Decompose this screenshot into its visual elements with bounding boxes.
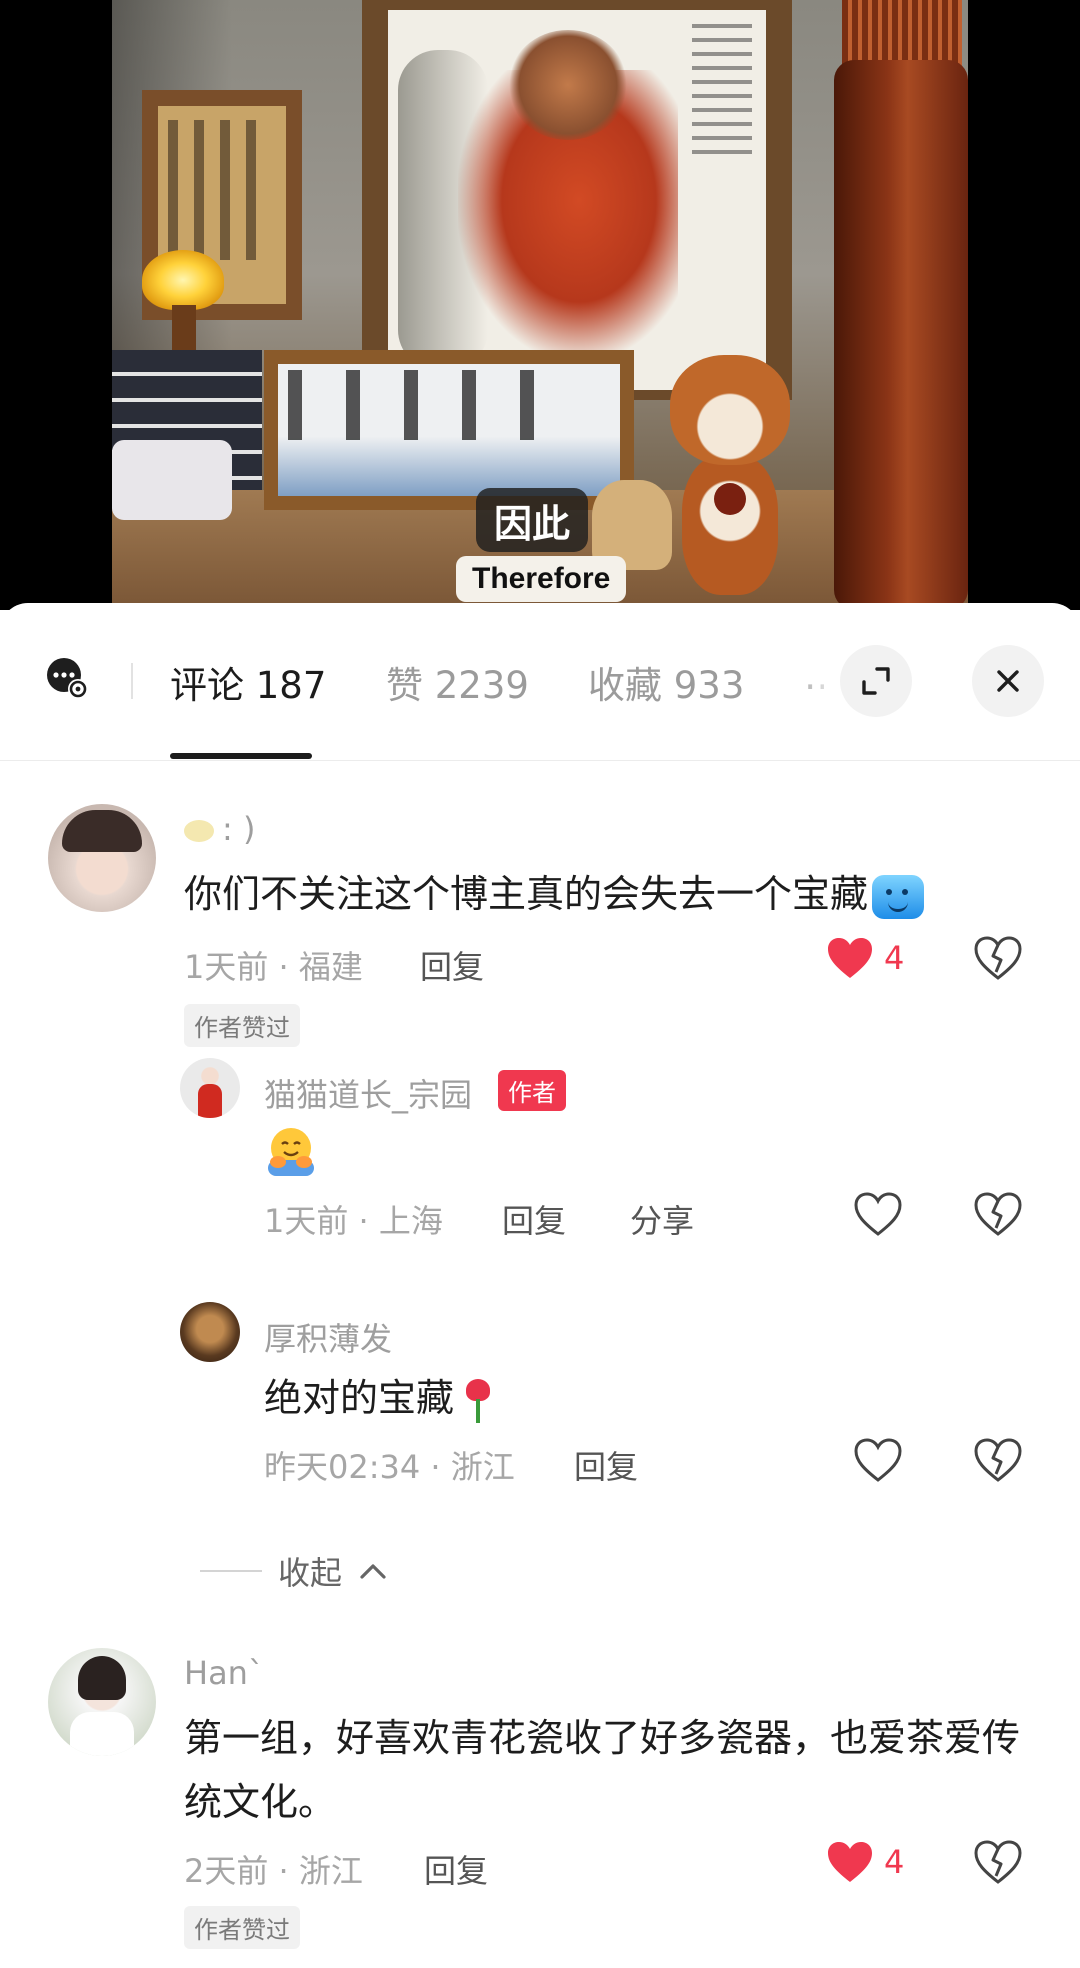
- expand-icon: [862, 667, 890, 695]
- collapse-replies-button[interactable]: 收起: [200, 1548, 388, 1594]
- like-button[interactable]: [854, 1192, 902, 1240]
- video-player[interactable]: 因此 Therefore: [0, 0, 1080, 610]
- comment-meta: 1天前 · 福建: [184, 948, 363, 986]
- avatar[interactable]: [180, 1058, 240, 1118]
- emoji-icon: [184, 820, 214, 842]
- reply-button[interactable]: 回复: [502, 1196, 566, 1242]
- reply-button[interactable]: 回复: [424, 1846, 488, 1892]
- heart-filled-icon: [828, 1842, 872, 1882]
- comment-text: 第一组，好喜欢青花瓷收了好多瓷器，也爱茶爱传统文化。: [184, 1716, 1021, 1824]
- author-liked-badge: 作者赞过: [184, 1906, 300, 1949]
- reply-meta: 昨天02:34 · 浙江: [264, 1448, 515, 1486]
- dislike-icon: [974, 936, 1022, 980]
- rose-emoji-icon: [458, 1377, 498, 1425]
- chevron-up-icon: [360, 1564, 386, 1579]
- like-button[interactable]: [854, 1438, 902, 1486]
- heart-outline-icon: [854, 1438, 902, 1482]
- dislike-button[interactable]: [974, 1438, 1022, 1486]
- dislike-icon: [974, 1438, 1022, 1482]
- avatar[interactable]: [180, 1302, 240, 1362]
- comment-username[interactable]: : ): [184, 810, 255, 848]
- ink-painting: [362, 0, 792, 400]
- comment-tab-bar: 评论 187 赞 2239 收藏 933 …: [0, 603, 1080, 761]
- avatar[interactable]: [48, 804, 156, 912]
- like-button[interactable]: 4: [826, 1840, 904, 1884]
- author-liked-badge: 作者赞过: [184, 1004, 300, 1047]
- like-count: 4: [884, 1843, 905, 1881]
- avatar[interactable]: [48, 1648, 156, 1756]
- bamboo-vase: [834, 60, 968, 610]
- chat-settings-icon[interactable]: [44, 655, 90, 701]
- subtitle-chinese: 因此: [476, 488, 589, 552]
- dislike-button[interactable]: [974, 1840, 1022, 1888]
- reply-button[interactable]: 回复: [574, 1442, 638, 1488]
- lotus-lamp: [142, 250, 224, 310]
- tab-likes[interactable]: 赞 2239: [386, 655, 529, 709]
- expand-button[interactable]: [840, 645, 912, 717]
- dislike-button[interactable]: [974, 936, 1022, 984]
- like-count: 4: [884, 939, 905, 977]
- dislike-button[interactable]: [974, 1192, 1022, 1240]
- dislike-icon: [974, 1840, 1022, 1884]
- calligraphy-sign: [264, 350, 634, 510]
- share-button[interactable]: 分享: [630, 1196, 694, 1242]
- comment-text: 你们不关注这个博主真的会失去一个宝藏: [184, 862, 925, 926]
- close-button[interactable]: [972, 645, 1044, 717]
- tab-favorites[interactable]: 收藏 933: [588, 655, 744, 709]
- subtitle-english: Therefore: [456, 556, 627, 602]
- heart-outline-icon: [854, 1192, 902, 1236]
- active-tab-indicator: [170, 753, 312, 759]
- shiba-figurine: [660, 355, 800, 595]
- comment-username[interactable]: Han`: [184, 1654, 264, 1692]
- heart-filled-icon: [828, 938, 872, 978]
- reply-meta: 1天前 · 上海: [264, 1202, 443, 1240]
- reply-username[interactable]: 猫猫道长_宗园: [264, 1070, 472, 1116]
- like-button[interactable]: 4: [826, 936, 904, 980]
- tab-comments[interactable]: 评论 187: [170, 655, 326, 709]
- reply-button[interactable]: 回复: [420, 942, 484, 988]
- author-badge: 作者: [498, 1070, 566, 1111]
- dislike-icon: [974, 1192, 1022, 1236]
- smile-emoji-icon: [872, 874, 925, 919]
- hug-emoji-icon: [264, 1124, 318, 1182]
- comment-meta: 2天前 · 浙江: [184, 1852, 363, 1890]
- reply-text: 绝对的宝藏: [264, 1366, 498, 1430]
- reply-username[interactable]: 厚积薄发: [264, 1314, 392, 1360]
- close-icon: [997, 670, 1019, 692]
